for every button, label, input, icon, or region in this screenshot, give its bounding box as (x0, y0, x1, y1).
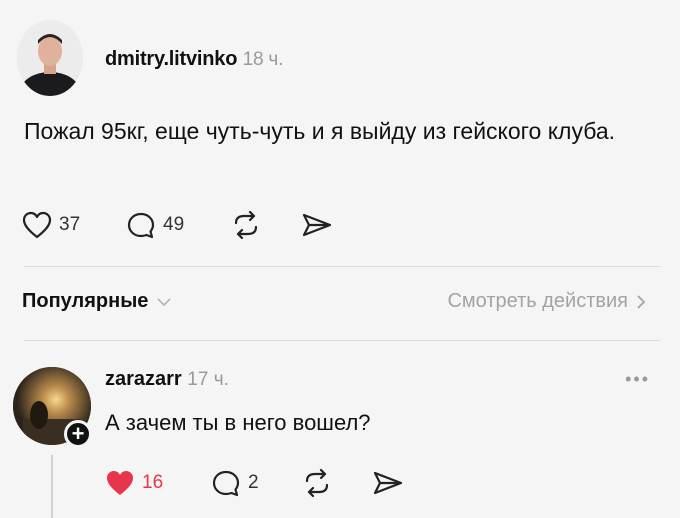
comment-count: 49 (163, 214, 185, 235)
comment-text: А зачем ты в него вошел? (105, 410, 371, 435)
comment-author-line: zarazarr 17 ч. (105, 368, 229, 391)
comment-username[interactable]: zarazarr (105, 368, 182, 390)
plus-icon: + (71, 421, 85, 446)
view-activity-label: Смотреть действия (447, 290, 628, 312)
comment-bubble-icon (127, 212, 155, 239)
comment-share-button[interactable] (372, 470, 404, 496)
comment-time: 17 ч. (187, 369, 229, 390)
author-avatar[interactable] (17, 20, 83, 96)
chevron-right-icon (637, 294, 646, 309)
comment-like-count: 16 (142, 472, 164, 493)
sort-dropdown[interactable]: Популярные (22, 290, 172, 313)
share-button[interactable] (301, 212, 333, 238)
send-icon (302, 213, 332, 237)
send-icon (373, 471, 403, 495)
repost-button[interactable] (231, 211, 261, 239)
post-author-line: dmitry.litvinko 18 ч. (105, 48, 283, 71)
like-count: 37 (59, 214, 81, 235)
comment-like-button[interactable]: 16 (105, 469, 163, 497)
repost-icon (305, 469, 329, 497)
repost-icon (234, 211, 258, 239)
comment-reply-button[interactable]: 2 (211, 469, 259, 497)
comment-bubble-icon (212, 470, 240, 497)
chevron-down-icon (156, 292, 172, 312)
post-time: 18 ч. (242, 49, 284, 70)
author-username[interactable]: dmitry.litvinko (105, 48, 237, 70)
like-button[interactable]: 37 (22, 211, 80, 239)
thread-line (51, 455, 53, 518)
comment-button[interactable]: 49 (126, 211, 184, 239)
heart-icon (22, 211, 52, 239)
more-options-icon[interactable]: ••• (625, 369, 650, 390)
author-photo (17, 20, 83, 96)
post-text: Пожал 95кг, еще чуть-чуть и я выйду из г… (24, 118, 616, 144)
divider (24, 266, 660, 267)
comment-repost-button[interactable] (302, 469, 332, 497)
comment-reply-count: 2 (248, 472, 259, 493)
sort-label: Популярные (22, 290, 149, 312)
view-activity-link[interactable]: Смотреть действия (447, 290, 646, 313)
heart-filled-icon (107, 471, 133, 495)
divider (24, 340, 660, 341)
follow-plus-button[interactable]: + (64, 420, 92, 448)
